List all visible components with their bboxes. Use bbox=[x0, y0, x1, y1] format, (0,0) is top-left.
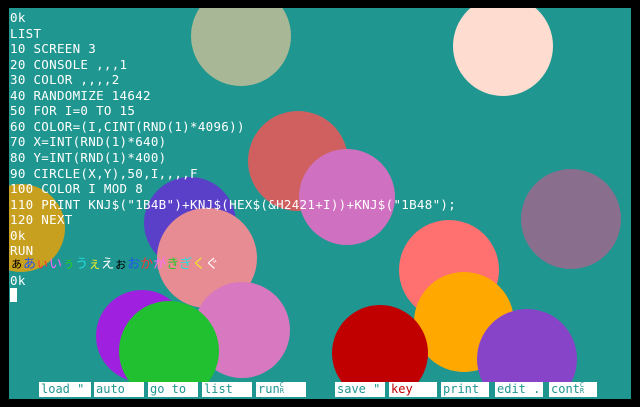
fkey-save[interactable]: save " bbox=[335, 382, 385, 397]
console-line: 40 RANDOMIZE 14642 bbox=[10, 87, 151, 103]
kana-char: ぉ bbox=[114, 257, 128, 272]
carriage-return-icon: CR bbox=[279, 381, 284, 395]
filled-circle bbox=[521, 169, 621, 269]
fkey-label: edit . bbox=[497, 382, 541, 396]
console-line: 10 SCREEN 3 bbox=[10, 41, 97, 57]
kana-char: ぁ bbox=[10, 257, 24, 272]
fkey-cont[interactable]: contC R bbox=[549, 382, 597, 397]
kana-char: ぃ bbox=[36, 257, 50, 272]
console-line: RUN bbox=[10, 243, 34, 259]
console-line: 80 Y=INT(RND(1)*400) bbox=[10, 149, 167, 165]
kana-char: う bbox=[75, 257, 89, 272]
console-line: LIST bbox=[10, 25, 42, 41]
fkey-goto[interactable]: go to bbox=[148, 382, 198, 397]
console-line: 120 NEXT bbox=[10, 212, 73, 228]
fkey-label: cont bbox=[551, 382, 580, 396]
console-line: 60 COLOR=(I,CINT(RND(1)*4096)) bbox=[10, 118, 245, 134]
fkey-list[interactable]: list bbox=[202, 382, 252, 397]
kana-char: い bbox=[49, 257, 63, 272]
fkey-label: run bbox=[258, 382, 280, 396]
console-line: 0k bbox=[10, 227, 26, 243]
console-line: 70 X=INT(RND(1)*640) bbox=[10, 134, 167, 150]
fkey-label: auto bbox=[96, 382, 125, 396]
console-line: 0k bbox=[10, 10, 26, 25]
console-line: 0k bbox=[10, 273, 26, 288]
fkey-label: list bbox=[204, 382, 233, 396]
kana-char: く bbox=[192, 257, 206, 272]
filled-circle bbox=[332, 305, 428, 382]
fkey-key[interactable]: key bbox=[389, 382, 437, 397]
console-line: 50 FOR I=0 TO 15 bbox=[10, 103, 136, 119]
console-line: 90 CIRCLE(X,Y),50,I,,,,F bbox=[10, 165, 198, 181]
console-line: 100 COLOR I MOD 8 bbox=[10, 181, 144, 197]
kana-char: ぐ bbox=[205, 257, 219, 272]
kana-char: ぅ bbox=[62, 257, 76, 272]
fkey-label: key bbox=[391, 382, 413, 396]
fkey-edit[interactable]: edit . bbox=[495, 382, 543, 397]
kana-output-line: ぁあぃいぅうぇえぉおかがきぎくぐ bbox=[10, 257, 219, 272]
function-key-bar: load " auto go to list runC Rsave " key print ed… bbox=[9, 382, 631, 399]
fkey-print[interactable]: print bbox=[441, 382, 489, 397]
fkey-label: save " bbox=[337, 382, 381, 396]
kana-char: き bbox=[166, 257, 180, 272]
fkey-label: print bbox=[443, 382, 480, 396]
kana-char: ぎ bbox=[179, 257, 193, 272]
kana-char: お bbox=[127, 257, 141, 272]
kana-char: か bbox=[140, 257, 154, 272]
kana-char: え bbox=[101, 257, 115, 272]
filled-circle bbox=[191, 8, 291, 86]
kana-char: が bbox=[153, 257, 167, 272]
fkey-auto[interactable]: auto bbox=[94, 382, 144, 397]
console-line: 30 COLOR ,,,,2 bbox=[10, 72, 120, 88]
text-cursor bbox=[10, 288, 17, 302]
fkey-load[interactable]: load " bbox=[39, 382, 91, 397]
fkey-label: go to bbox=[150, 382, 187, 396]
kana-char: あ bbox=[23, 257, 37, 272]
console-line: 110 PRINT KNJ$("1B4B")+KNJ$(HEX$(&H2421+… bbox=[10, 196, 457, 212]
fkey-label: load " bbox=[41, 382, 85, 396]
basic-screen[interactable]: 0k LIST 10 SCREEN 3 20 CONSOLE ,,,1 30 COLOR… bbox=[9, 8, 631, 399]
fkey-run[interactable]: runC R bbox=[256, 382, 306, 397]
console-line: 20 CONSOLE ,,,1 bbox=[10, 56, 128, 72]
kana-char: ぇ bbox=[88, 257, 102, 272]
filled-circle bbox=[453, 8, 553, 96]
carriage-return-icon: CR bbox=[579, 381, 585, 395]
